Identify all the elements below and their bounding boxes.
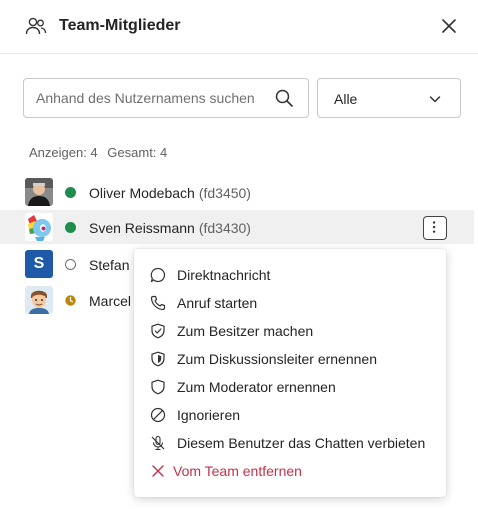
search-box: [23, 78, 309, 118]
member-context-menu: Direktnachricht Anruf starten Zum Besitz…: [134, 249, 446, 497]
menu-item-label: Zum Moderator ernennen: [177, 379, 336, 395]
shield-check-icon: [151, 323, 165, 339]
total-count: Gesamt: 4: [107, 145, 168, 160]
more-vertical-icon: [432, 221, 436, 233]
more-options-button[interactable]: [423, 216, 447, 240]
avatar: [25, 286, 53, 314]
menu-item-make-discussion-leader[interactable]: Zum Diskussionsleiter ernennen: [134, 345, 446, 373]
remove-icon: [152, 465, 164, 477]
chat-icon: [150, 267, 166, 283]
menu-item-label: Zum Diskussionsleiter ernennen: [177, 351, 377, 367]
status-away-icon: [65, 295, 76, 306]
shown-count: Anzeigen: 4: [29, 145, 98, 160]
member-name: Marcel: [89, 293, 132, 309]
avatar: S: [25, 250, 53, 278]
avatar: [25, 178, 53, 206]
block-icon: [150, 407, 166, 423]
member-uid: (fd3450): [198, 185, 251, 201]
search-input[interactable]: [36, 79, 266, 117]
chevron-down-icon: [429, 96, 441, 103]
menu-item-make-moderator[interactable]: Zum Moderator ernennen: [134, 373, 446, 401]
member-uid: (fd3430): [198, 220, 251, 236]
team-members-icon: [25, 17, 47, 35]
member-name: Oliver Modebach: [89, 185, 195, 201]
menu-item-remove-from-team[interactable]: Vom Team entfernen: [134, 457, 446, 485]
avatar: [25, 213, 53, 241]
status-online-icon: [65, 187, 76, 198]
mic-off-icon: [151, 435, 165, 451]
member-row[interactable]: Sven Reissmann (fd3430): [0, 210, 474, 244]
phone-icon: [150, 295, 166, 311]
menu-item-label: Diesem Benutzer das Chatten verbieten: [177, 435, 426, 451]
role-filter-value: Alle: [334, 91, 358, 107]
avatar-letter: S: [33, 255, 45, 272]
shield-half-icon: [151, 351, 165, 367]
menu-item-direct-message[interactable]: Direktnachricht: [134, 261, 446, 289]
status-offline-icon: [65, 259, 76, 270]
menu-item-ban-chat[interactable]: Diesem Benutzer das Chatten verbieten: [134, 429, 446, 457]
close-icon[interactable]: [439, 16, 459, 36]
menu-item-ignore[interactable]: Ignorieren: [134, 401, 446, 429]
status-online-icon: [65, 222, 76, 233]
menu-item-label: Vom Team entfernen: [173, 463, 302, 479]
menu-item-label: Ignorieren: [177, 407, 241, 423]
menu-item-label: Anruf starten: [177, 295, 258, 311]
shield-icon: [151, 379, 165, 395]
menu-item-make-owner[interactable]: Zum Besitzer machen: [134, 317, 446, 345]
menu-item-start-call[interactable]: Anruf starten: [134, 289, 446, 317]
role-filter-select[interactable]: Alle: [317, 78, 461, 118]
menu-item-label: Zum Besitzer machen: [177, 323, 314, 339]
member-counts: Anzeigen: 4 Gesamt: 4: [29, 145, 167, 160]
search-icon[interactable]: [274, 88, 294, 108]
menu-item-label: Direktnachricht: [177, 267, 271, 283]
panel-header: Team-Mitglieder: [0, 0, 478, 54]
panel-title: Team-Mitglieder: [59, 17, 181, 34]
member-name: Sven Reissmann: [89, 220, 195, 236]
member-row[interactable]: Oliver Modebach (fd3450): [0, 175, 474, 209]
